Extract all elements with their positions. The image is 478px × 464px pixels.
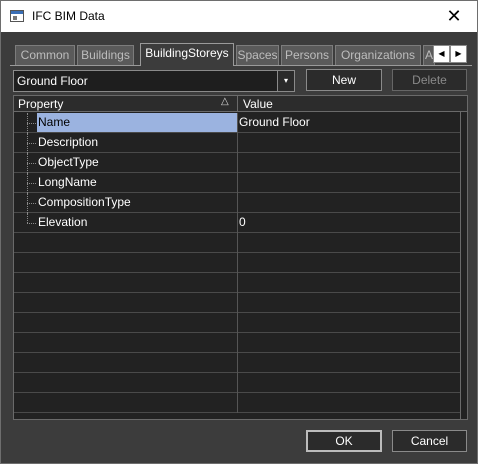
grid-header: Property △ Value	[14, 96, 467, 112]
property-value[interactable]: 0	[239, 213, 459, 232]
column-divider	[237, 293, 238, 313]
ok-button[interactable]: OK	[306, 430, 382, 452]
empty-row[interactable]	[14, 233, 460, 253]
tab-buildingstoreys[interactable]: BuildingStoreys	[140, 43, 234, 66]
property-row-compositiontype[interactable]: CompositionType	[14, 193, 460, 213]
column-divider	[237, 113, 238, 133]
delete-button[interactable]: Delete	[392, 69, 467, 91]
property-name[interactable]: ObjectType	[37, 153, 237, 172]
title-bar: IFC BIM Data ✕	[1, 1, 477, 32]
tab-buildings[interactable]: Buildings	[77, 45, 134, 65]
empty-row[interactable]	[14, 253, 460, 273]
column-divider	[237, 133, 238, 153]
new-button[interactable]: New	[306, 69, 382, 91]
tree-connector	[27, 143, 36, 144]
tree-connector	[27, 203, 36, 204]
ifc-bim-data-dialog: IFC BIM Data ✕ Common Buildings Building…	[0, 0, 478, 464]
column-divider	[237, 193, 238, 213]
tab-common[interactable]: Common	[15, 45, 75, 65]
empty-row[interactable]	[14, 293, 460, 313]
storey-select[interactable]: Ground Floor ▾	[13, 70, 295, 92]
tab-bar: Common Buildings BuildingStoreys Spaces …	[13, 43, 469, 66]
column-divider	[237, 153, 238, 173]
tree-connector	[27, 223, 36, 224]
column-divider	[237, 393, 238, 413]
column-divider	[237, 333, 238, 353]
column-divider	[237, 373, 238, 393]
chevron-down-icon[interactable]: ▾	[277, 71, 294, 91]
property-value[interactable]	[239, 153, 459, 172]
empty-row[interactable]	[14, 333, 460, 353]
storey-select-value: Ground Floor	[17, 74, 88, 88]
property-value[interactable]	[239, 173, 459, 192]
empty-row[interactable]	[14, 393, 460, 413]
property-row-description[interactable]: Description	[14, 133, 460, 153]
column-divider[interactable]	[237, 96, 238, 112]
tab-scroll-right-icon[interactable]: ▶	[450, 45, 467, 63]
cancel-button[interactable]: Cancel	[392, 430, 467, 452]
column-divider	[237, 273, 238, 293]
tree-connector	[27, 163, 36, 164]
property-grid: Property △ Value Name Ground Floor Descrip…	[13, 95, 468, 420]
property-value[interactable]	[239, 133, 459, 152]
app-window-icon	[10, 10, 24, 22]
sort-ascending-icon: △	[221, 96, 229, 107]
tab-persons[interactable]: Persons	[281, 45, 333, 65]
tab-scroll-left-icon[interactable]: ◀	[433, 45, 450, 63]
empty-row[interactable]	[14, 273, 460, 293]
column-divider	[237, 173, 238, 193]
empty-row[interactable]	[14, 353, 460, 373]
property-row-name[interactable]: Name Ground Floor	[14, 113, 460, 133]
property-name[interactable]: Description	[37, 133, 237, 152]
close-icon[interactable]: ✕	[431, 1, 477, 32]
property-name[interactable]: Name	[37, 113, 237, 132]
tree-connector	[27, 183, 36, 184]
property-row-longname[interactable]: LongName	[14, 173, 460, 193]
window-title: IFC BIM Data	[32, 9, 105, 23]
property-column-header[interactable]: Property	[18, 97, 63, 111]
property-row-objecttype[interactable]: ObjectType	[14, 153, 460, 173]
tree-connector	[27, 123, 36, 124]
empty-row[interactable]	[14, 373, 460, 393]
column-divider	[237, 233, 238, 253]
tree-connector	[27, 213, 28, 223]
property-name[interactable]: LongName	[37, 173, 237, 192]
grid-right-edge	[460, 112, 461, 419]
value-column-header[interactable]: Value	[243, 97, 273, 111]
column-divider	[237, 313, 238, 333]
property-row-elevation[interactable]: Elevation 0	[14, 213, 460, 233]
column-divider	[237, 353, 238, 373]
column-divider	[237, 253, 238, 273]
column-divider	[237, 213, 238, 233]
empty-row[interactable]	[14, 313, 460, 333]
tab-spaces[interactable]: Spaces	[236, 45, 279, 65]
property-value[interactable]	[239, 193, 459, 212]
property-name[interactable]: Elevation	[37, 213, 237, 232]
property-name[interactable]: CompositionType	[37, 193, 237, 212]
property-value[interactable]: Ground Floor	[239, 113, 459, 132]
tab-organizations[interactable]: Organizations	[335, 45, 421, 65]
